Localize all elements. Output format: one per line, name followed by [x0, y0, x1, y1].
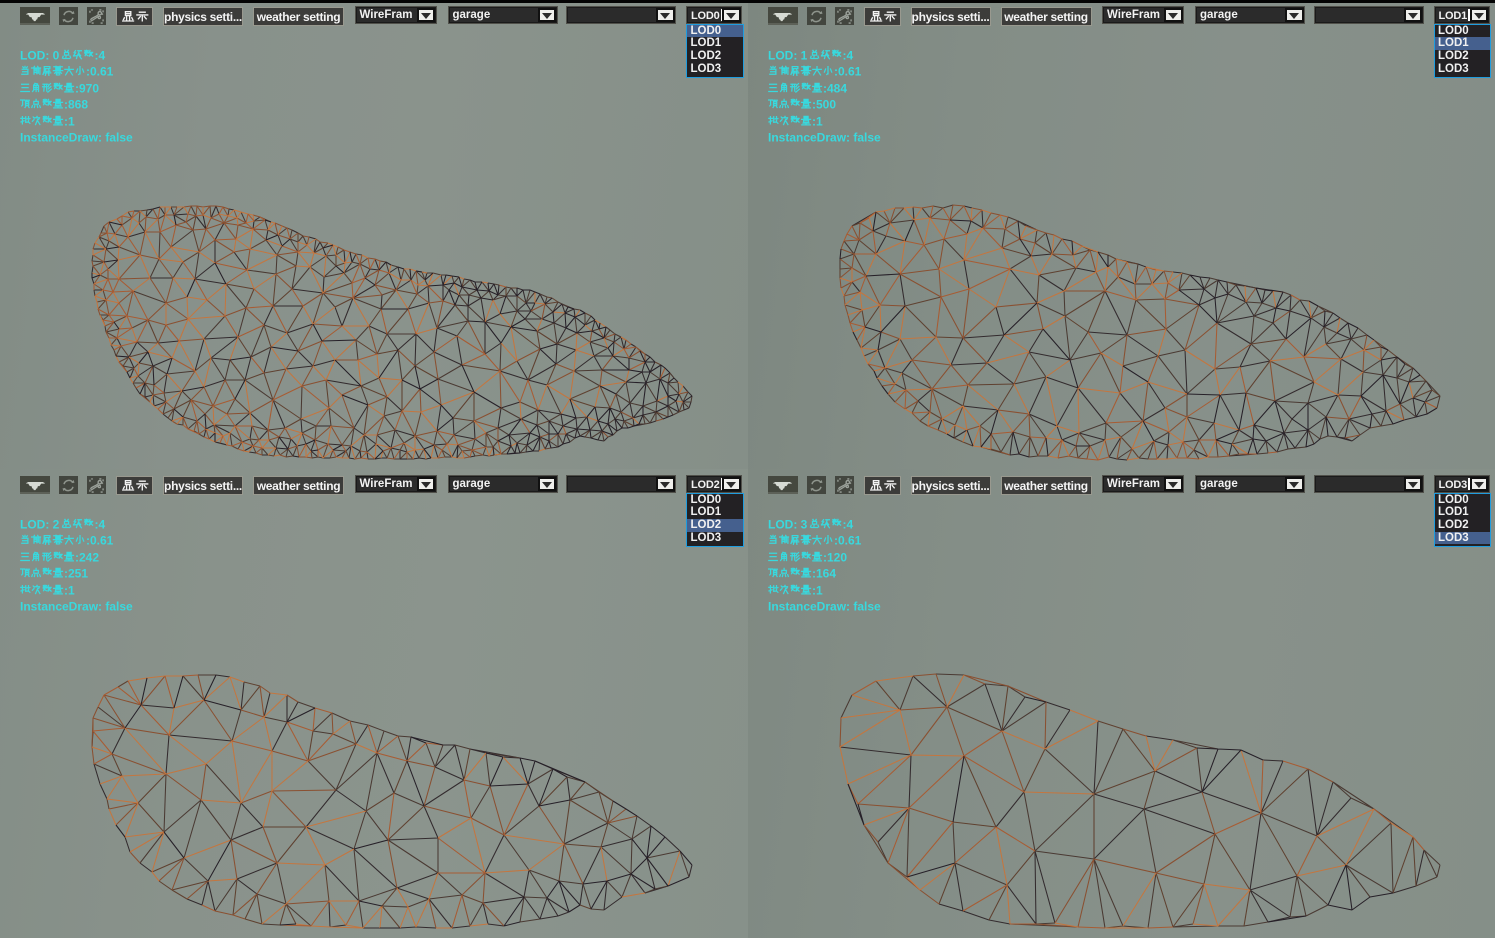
svg-text::0.61: :0.61: [834, 533, 862, 547]
svg-text::1: :1: [812, 114, 823, 128]
svg-text::120: :120: [823, 550, 847, 564]
svg-text::242: :242: [75, 550, 99, 564]
svg-text:LOD: 2: LOD: 2: [20, 517, 60, 531]
svg-text:LOD: 1: LOD: 1: [768, 48, 808, 62]
svg-text::0.61: :0.61: [834, 64, 862, 78]
svg-text::4: :4: [95, 517, 106, 531]
svg-text::970: :970: [75, 81, 99, 95]
svg-text::164: :164: [812, 566, 836, 580]
svg-text:InstanceDraw: false: InstanceDraw: false: [768, 130, 881, 144]
svg-text::1: :1: [812, 583, 823, 597]
svg-text::0.61: :0.61: [86, 533, 114, 547]
svg-text::4: :4: [95, 48, 106, 62]
svg-text::500: :500: [812, 97, 836, 111]
svg-text::484: :484: [823, 81, 847, 95]
svg-text::4: :4: [842, 48, 853, 62]
svg-text::251: :251: [64, 566, 88, 580]
svg-text:InstanceDraw: false: InstanceDraw: false: [768, 599, 881, 613]
svg-text::1: :1: [64, 114, 75, 128]
svg-text::868: :868: [64, 97, 88, 111]
svg-text::0.61: :0.61: [86, 64, 114, 78]
svg-text::4: :4: [842, 517, 853, 531]
svg-text::1: :1: [64, 583, 75, 597]
svg-text:LOD: 0: LOD: 0: [20, 48, 60, 62]
svg-text:InstanceDraw: false: InstanceDraw: false: [20, 130, 133, 144]
svg-text:LOD: 3: LOD: 3: [768, 517, 808, 531]
svg-text:InstanceDraw: false: InstanceDraw: false: [20, 599, 133, 613]
